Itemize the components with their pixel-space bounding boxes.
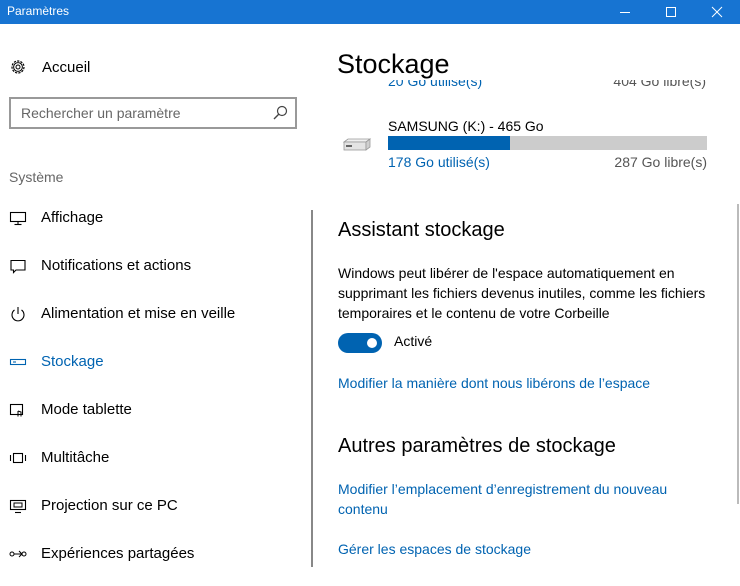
drive-name[interactable]: SAMSUNG (K:) - 465 Go bbox=[388, 118, 544, 134]
sidebar-item-experiences-partagees[interactable]: Expériences partagées bbox=[0, 538, 300, 586]
prev-drive-used[interactable]: 20 Go utilisé(s) bbox=[388, 80, 482, 89]
projection-icon bbox=[9, 499, 27, 514]
assistant-heading: Assistant stockage bbox=[338, 219, 505, 241]
sidebar-item-multitache[interactable]: Multitâche bbox=[0, 442, 300, 490]
search-box[interactable] bbox=[9, 97, 297, 129]
sidebar-item-label: Alimentation et mise en veille bbox=[41, 305, 236, 322]
sidebar-item-label: Stockage bbox=[41, 353, 104, 370]
change-save-location-link[interactable]: Modifier l’emplacement d’enregistrement … bbox=[338, 479, 710, 519]
sidebar-item-label: Multitâche bbox=[41, 449, 110, 466]
toggle-knob bbox=[367, 338, 377, 348]
monitor-icon bbox=[9, 211, 27, 226]
sidebar-item-label: Affichage bbox=[41, 209, 104, 226]
sidebar-item-projection[interactable]: Projection sur ce PC bbox=[0, 490, 300, 538]
pane-divider bbox=[311, 210, 313, 567]
sidebar-item-alimentation[interactable]: Alimentation et mise en veille bbox=[0, 298, 300, 346]
drive-usage-fill bbox=[388, 136, 511, 150]
multitask-icon bbox=[9, 452, 27, 464]
nav-home-label: Accueil bbox=[42, 58, 91, 76]
manage-storage-spaces-link[interactable]: Gérer les espaces de stockage bbox=[338, 539, 531, 559]
power-icon bbox=[11, 307, 25, 322]
sidebar-item-label: Mode tablette bbox=[41, 401, 132, 418]
sidebar-item-stockage[interactable]: Stockage bbox=[0, 346, 300, 394]
nav-list: Affichage Notifications et actions Alime… bbox=[0, 202, 311, 586]
search-input[interactable] bbox=[21, 104, 261, 122]
page-title: Stockage bbox=[337, 49, 450, 79]
close-button[interactable] bbox=[694, 0, 740, 24]
search-icon[interactable] bbox=[272, 105, 288, 121]
gear-icon bbox=[11, 60, 25, 74]
close-icon bbox=[711, 6, 723, 18]
drive-free: 287 Go libre(s) bbox=[614, 154, 707, 170]
window-title: Paramètres bbox=[7, 4, 70, 18]
sidebar-item-notifications[interactable]: Notifications et actions bbox=[0, 250, 300, 298]
message-icon bbox=[10, 259, 26, 274]
storage-sense-toggle[interactable] bbox=[338, 333, 382, 353]
minimize-button[interactable] bbox=[602, 0, 648, 24]
scrollbar-thumb[interactable] bbox=[737, 204, 739, 504]
prev-drive-free: 404 Go libre(s) bbox=[613, 80, 706, 89]
drive-icon bbox=[9, 358, 27, 366]
sidebar-item-label: Notifications et actions bbox=[41, 257, 192, 274]
maximize-icon bbox=[666, 7, 676, 17]
change-free-space-link[interactable]: Modifier la manière dont nous libérons d… bbox=[338, 373, 650, 393]
hard-drive-icon bbox=[342, 138, 372, 151]
drive-usage-bar[interactable] bbox=[388, 136, 707, 150]
toggle-label: Activé bbox=[394, 333, 433, 349]
assistant-description: Windows peut libérer de l'espace automat… bbox=[338, 265, 706, 321]
shared-icon bbox=[9, 550, 27, 558]
tablet-icon bbox=[9, 403, 24, 417]
drive-used[interactable]: 178 Go utilisé(s) bbox=[388, 154, 490, 170]
sidebar-item-label: Expériences partagées bbox=[41, 545, 195, 562]
other-settings-heading: Autres paramètres de stockage bbox=[338, 435, 616, 457]
section-label: Système bbox=[9, 169, 64, 185]
previous-drive-clipped: 20 Go utilisé(s) 404 Go libre(s) bbox=[338, 80, 718, 100]
sidebar-item-label: Projection sur ce PC bbox=[41, 497, 178, 514]
maximize-button[interactable] bbox=[648, 0, 694, 24]
minimize-icon bbox=[620, 12, 630, 13]
sidebar-item-mode-tablette[interactable]: Mode tablette bbox=[0, 394, 300, 442]
title-bar: Paramètres bbox=[0, 0, 740, 24]
nav-home[interactable]: Accueil bbox=[9, 56, 90, 78]
sidebar-item-affichage[interactable]: Affichage bbox=[0, 202, 300, 250]
scrollbar[interactable] bbox=[736, 24, 740, 567]
